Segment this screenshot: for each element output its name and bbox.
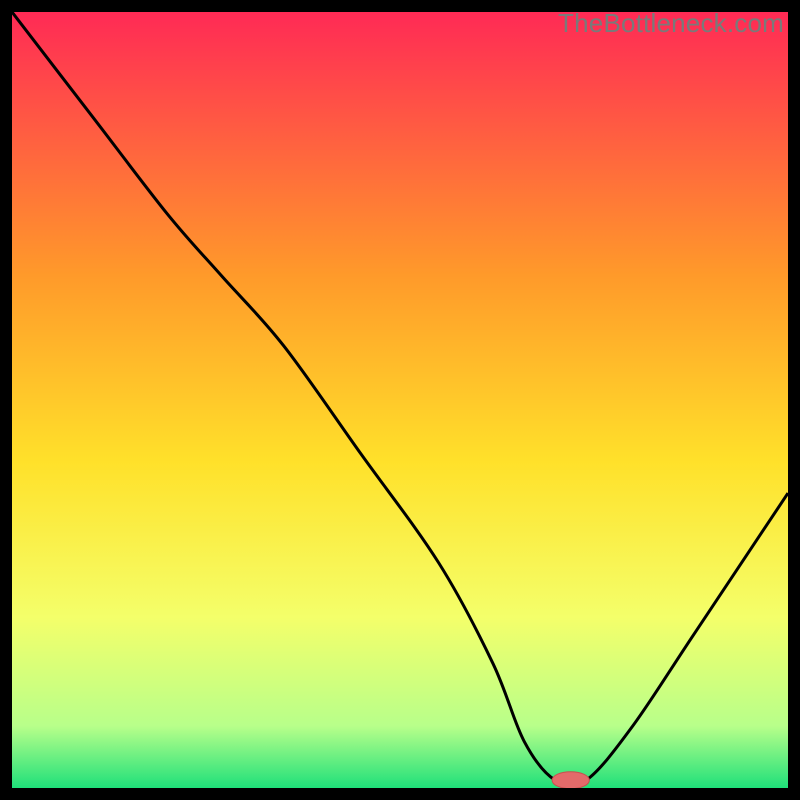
chart-frame: TheBottleneck.com (12, 12, 788, 788)
gradient-background (12, 12, 788, 788)
watermark-text: TheBottleneck.com (558, 12, 784, 39)
optimal-marker (552, 772, 589, 788)
chart-plot-area: TheBottleneck.com (12, 12, 788, 788)
chart-svg (12, 12, 788, 788)
